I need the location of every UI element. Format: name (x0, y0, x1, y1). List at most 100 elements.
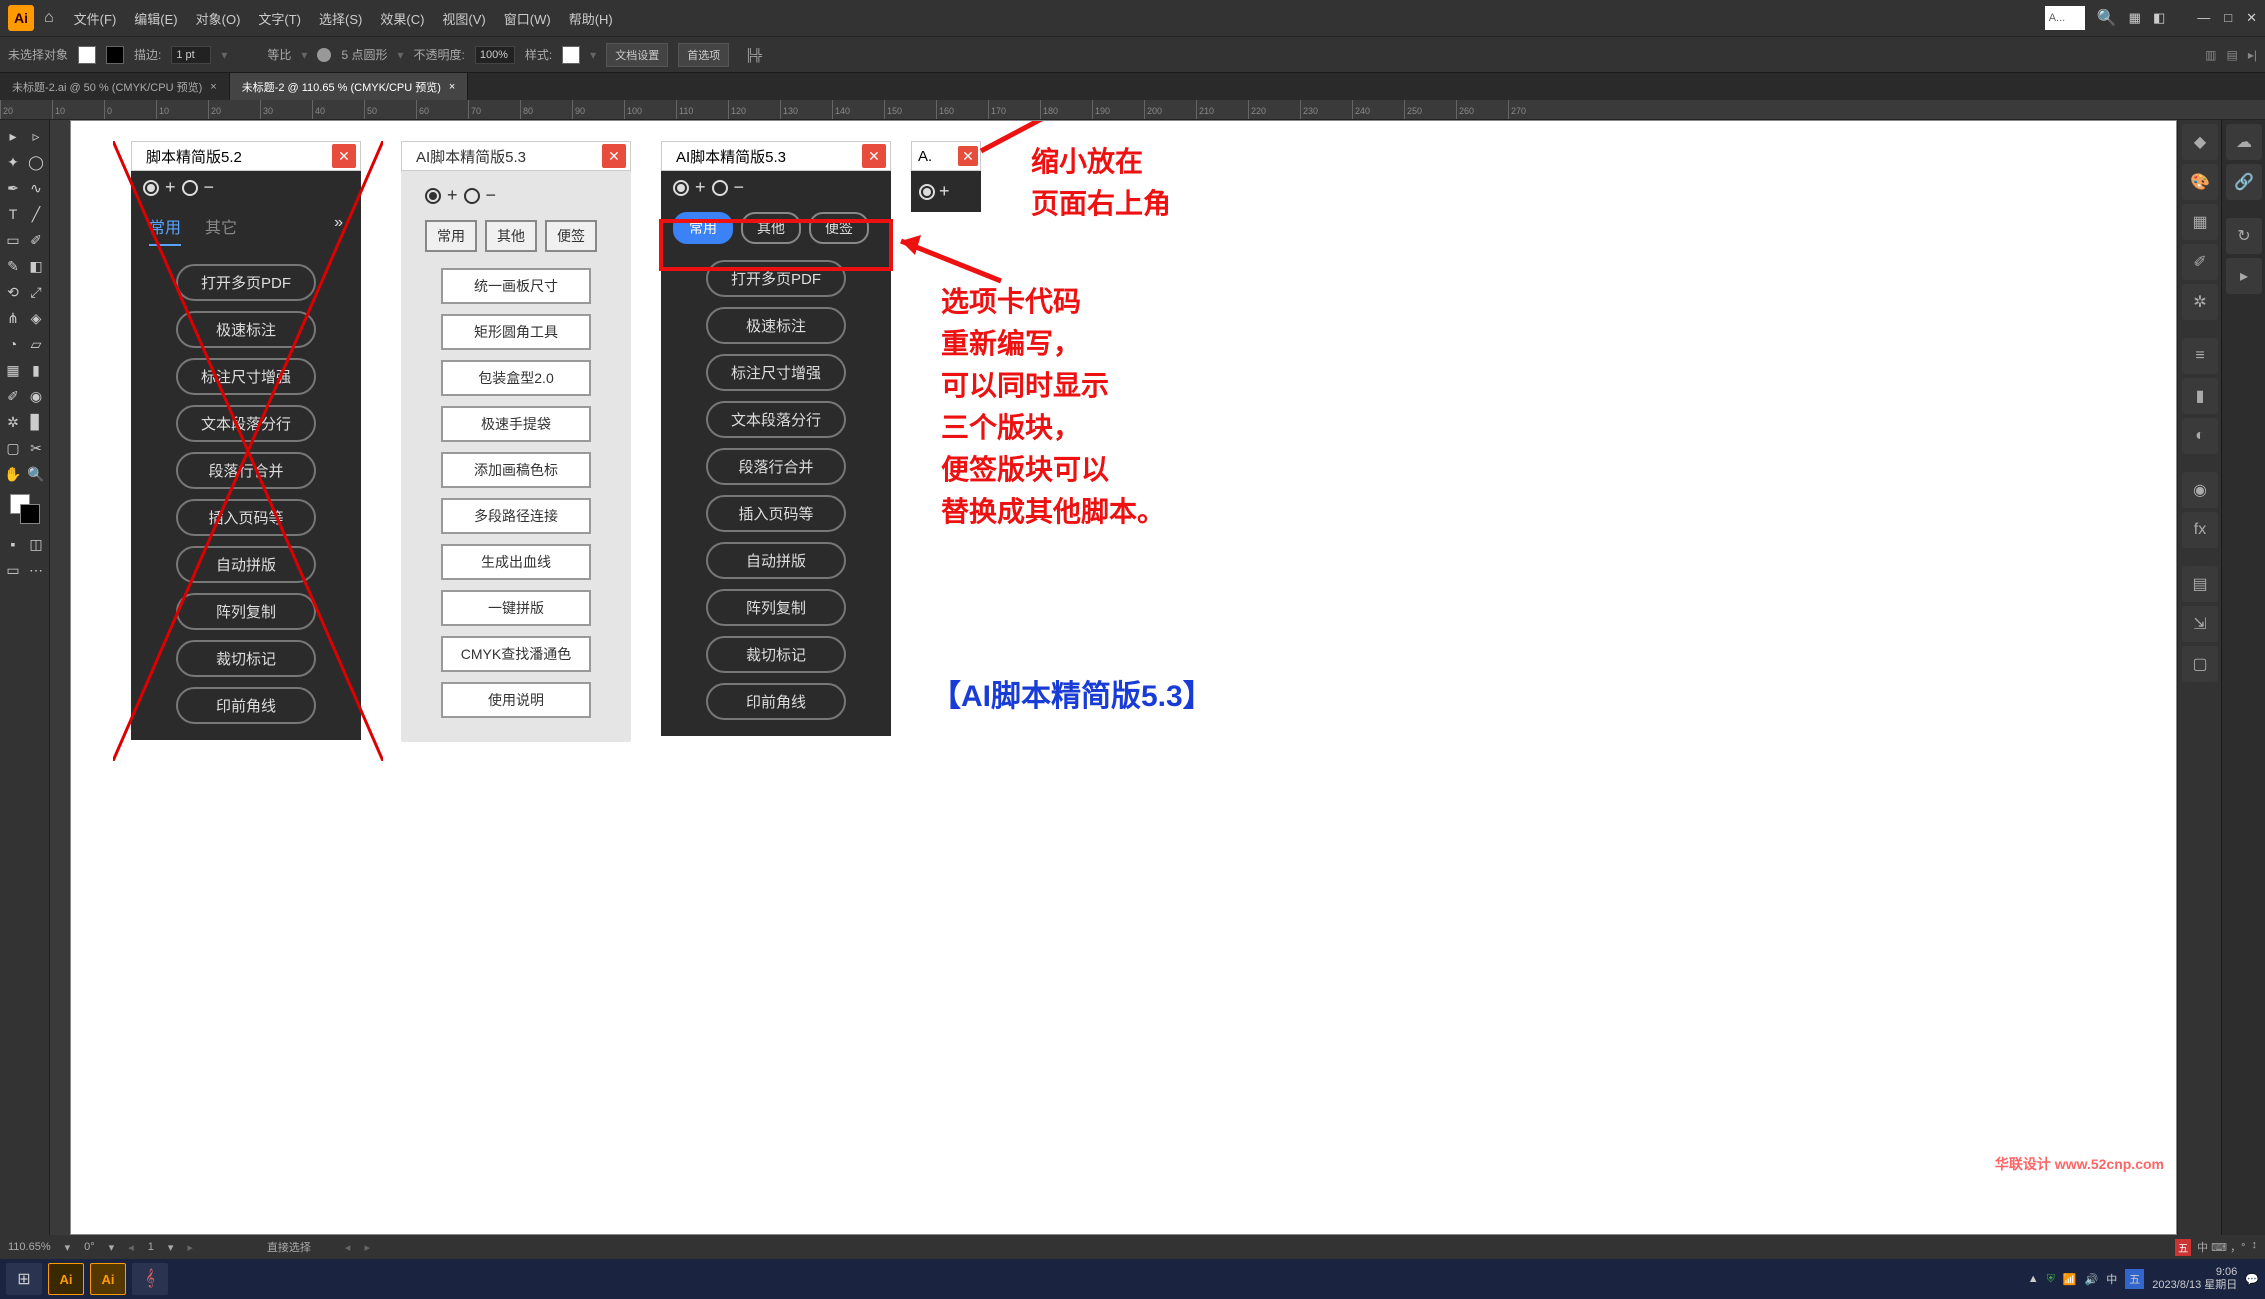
rect-tool[interactable]: ▭ (2, 229, 24, 251)
graphic-styles-panel-icon[interactable]: fx (2182, 512, 2218, 548)
script-button[interactable]: 使用说明 (441, 682, 591, 718)
workspace-icon[interactable]: ◧ (2153, 10, 2165, 26)
css-panel-icon[interactable]: ▸ (2226, 258, 2262, 294)
stroke-panel-icon[interactable]: ≡ (2182, 338, 2218, 374)
lasso-tool[interactable]: ◯ (25, 151, 47, 173)
menu-object[interactable]: 对象(O) (196, 9, 241, 28)
script-button[interactable]: 多段路径连接 (441, 498, 591, 534)
script-button[interactable]: 标注尺寸增强 (176, 358, 316, 395)
radio-on-icon[interactable] (919, 184, 935, 200)
arrange-icon[interactable]: ▦ (2129, 10, 2141, 26)
script-button[interactable]: 印前角线 (176, 687, 316, 724)
script-button[interactable]: 印前角线 (706, 683, 846, 720)
close-icon[interactable]: ✕ (2246, 10, 2257, 26)
artboards-panel-icon[interactable]: ▢ (2182, 646, 2218, 682)
tray-wifi-icon[interactable]: 📶 (2063, 1273, 2077, 1286)
symbol-spray-tool[interactable]: ✲ (2, 411, 24, 433)
slice-tool[interactable]: ✂ (25, 437, 47, 459)
menu-window[interactable]: 窗口(W) (504, 9, 551, 28)
script-button[interactable]: 统一画板尺寸 (441, 268, 591, 304)
curvature-tool[interactable]: ∿ (25, 177, 47, 199)
scale-tool[interactable]: ⤢ (25, 281, 47, 303)
radio-off-icon[interactable] (182, 180, 198, 196)
tab-notes[interactable]: 便签 (545, 220, 597, 252)
gradient-mode[interactable]: ◫ (25, 533, 47, 555)
history-panel-icon[interactable]: ↻ (2226, 218, 2262, 254)
script-button[interactable]: 阵列复制 (176, 593, 316, 630)
fill-stroke-swatch[interactable] (10, 494, 40, 524)
minimize-icon[interactable]: — (2197, 10, 2210, 26)
script-button[interactable]: 裁切标记 (176, 640, 316, 677)
script-button[interactable]: 一键拼版 (441, 590, 591, 626)
shape-builder-tool[interactable]: ◔ (2, 333, 24, 355)
close-button[interactable]: ✕ (958, 146, 978, 166)
magic-wand-tool[interactable]: ✦ (2, 151, 24, 173)
script-button[interactable]: 自动拼版 (706, 542, 846, 579)
brushes-panel-icon[interactable]: ✐ (2182, 244, 2218, 280)
radio-on-icon[interactable] (425, 188, 441, 204)
stroke-swatch[interactable] (106, 46, 124, 64)
start-button[interactable]: ⊞ (6, 1263, 42, 1295)
rotation[interactable]: 0° (84, 1241, 95, 1253)
menu-type[interactable]: 文字(T) (258, 9, 301, 28)
script-button[interactable]: 极速手提袋 (441, 406, 591, 442)
close-button[interactable]: ✕ (602, 144, 626, 168)
search-icon[interactable]: 🔍 (2097, 8, 2117, 28)
brush-swatch[interactable] (317, 48, 331, 62)
rotate-tool[interactable]: ⟲ (2, 281, 24, 303)
eraser-tool[interactable]: ◧ (25, 255, 47, 277)
appearance-panel-icon[interactable]: ◉ (2182, 472, 2218, 508)
color-mode[interactable]: ▪ (2, 533, 24, 555)
transparency-panel-icon[interactable]: ◐ (2182, 418, 2218, 454)
selection-tool[interactable]: ▸ (2, 125, 24, 147)
radio-off-icon[interactable] (712, 180, 728, 196)
ime-icon[interactable]: 五 (2175, 1239, 2191, 1256)
menu-view[interactable]: 视图(V) (442, 9, 485, 28)
fill-swatch[interactable] (78, 46, 96, 64)
shaper-tool[interactable]: ✎ (2, 255, 24, 277)
tab-common[interactable]: 常用 (425, 220, 477, 252)
libraries-panel-icon[interactable]: ☁ (2226, 124, 2262, 160)
free-transform-tool[interactable]: ◈ (25, 307, 47, 329)
maximize-icon[interactable]: □ (2224, 10, 2232, 26)
script-button[interactable]: 段落行合并 (706, 448, 846, 485)
color-panel-icon[interactable]: 🎨 (2182, 164, 2218, 200)
doc-tab-1[interactable]: 未标题-2.ai @ 50 % (CMYK/CPU 预览)× (0, 73, 230, 100)
ime-mode[interactable]: 中 ⌨ ，° (2197, 1239, 2245, 1256)
tray-ime-icon[interactable]: 中 (2106, 1271, 2117, 1287)
close-button[interactable]: ✕ (332, 144, 356, 168)
screen-mode[interactable]: ▭ (2, 559, 24, 581)
script-button[interactable]: 文本段落分行 (706, 401, 846, 438)
tab-other[interactable]: 其它 (205, 214, 237, 246)
radio-off-icon[interactable] (464, 188, 480, 204)
links-panel-icon[interactable]: 🔗 (2226, 164, 2262, 200)
zoom-level[interactable]: 110.65% (8, 1241, 51, 1253)
properties-panel-icon[interactable]: ◆ (2182, 124, 2218, 160)
tray-icon[interactable]: ▲ (2028, 1273, 2039, 1285)
close-button[interactable]: ✕ (862, 144, 886, 168)
col3-icon[interactable]: ▸| (2248, 48, 2257, 62)
direct-select-tool[interactable]: ▹ (25, 125, 47, 147)
pen-tool[interactable]: ✒ (2, 177, 24, 199)
menu-help[interactable]: 帮助(H) (569, 9, 613, 28)
script-button[interactable]: 极速标注 (176, 311, 316, 348)
menu-effect[interactable]: 效果(C) (380, 9, 424, 28)
style-swatch[interactable] (562, 46, 580, 64)
opacity-input[interactable] (475, 46, 515, 64)
taskbar-ai-1[interactable]: Ai (48, 1263, 84, 1295)
search-field[interactable]: A... (2045, 6, 2085, 30)
script-button[interactable]: 裁切标记 (706, 636, 846, 673)
doc-tab-2[interactable]: 未标题-2 @ 110.65 % (CMYK/CPU 预览)× (230, 73, 469, 100)
taskbar-ai-2[interactable]: Ai (90, 1263, 126, 1295)
doc-setup-button[interactable]: 文档设置 (606, 43, 668, 67)
tab-common[interactable]: 常用 (149, 214, 181, 246)
script-button[interactable]: CMYK查找潘通色 (441, 636, 591, 672)
hand-tool[interactable]: ✋ (2, 463, 24, 485)
more-icon[interactable]: » (334, 214, 343, 246)
canvas[interactable]: 脚本精简版5.2 ✕ + − 常用 其它 » 打开多页PDF极速标注标注尺寸增强… (70, 120, 2177, 1235)
script-button[interactable]: 打开多页PDF (176, 264, 316, 301)
blend-tool[interactable]: ◉ (25, 385, 47, 407)
artboard-tool[interactable]: ▢ (2, 437, 24, 459)
tray-shield-icon[interactable]: ⛨ (2047, 1273, 2055, 1286)
width-tool[interactable]: ⋔ (2, 307, 24, 329)
